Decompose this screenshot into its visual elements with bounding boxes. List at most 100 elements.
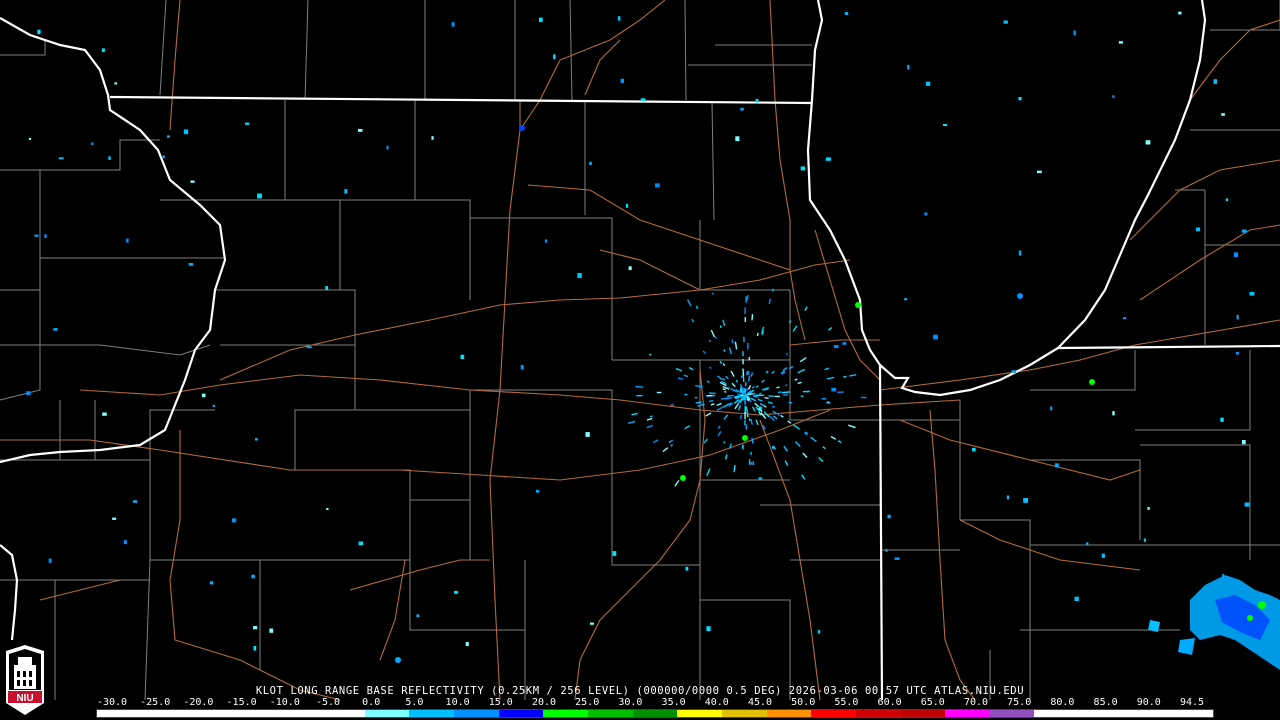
radar-return [725,375,729,380]
radar-return [756,332,759,337]
radar-return [28,137,31,140]
radar-return [1003,20,1008,24]
radar-return [1220,417,1224,422]
radar-return [26,391,31,396]
radar-return [101,48,105,52]
scale-label: 45.0 [747,697,773,708]
radar-return [612,551,617,556]
radar-return [358,541,363,546]
radar-return [1112,411,1115,416]
radar-return [943,124,948,126]
radar-return [212,404,215,407]
radar-return [745,388,748,392]
radar-return [209,581,214,585]
radar-return [887,514,891,519]
radar-return [585,432,590,437]
colorbar-segment [766,710,812,717]
radar-return [737,405,742,411]
radar-return [719,360,723,365]
radar-return [783,445,788,452]
radar-return [755,419,759,426]
radar-return [792,424,800,430]
radar-return [34,234,39,237]
colorbar-segment [1168,710,1214,717]
radar-return [750,418,753,425]
radar-return [108,156,111,160]
radar-return [358,129,363,132]
scale-label: 80.0 [1050,697,1075,708]
radar-return [114,82,117,85]
radar-return [253,626,258,630]
radar-return [784,384,788,387]
colorbar-segment [588,710,633,717]
radar-return [691,318,695,323]
radar-return [132,500,138,503]
radar-return [753,398,757,402]
radar-return [740,414,742,420]
radar-return [773,415,778,420]
radar-return [1123,317,1127,320]
colorbar-segment [945,710,990,717]
radar-return [750,372,754,377]
scale-label: 50.0 [791,697,816,708]
radar-return [800,166,805,171]
radar-return [539,17,543,22]
radar-return [794,378,798,381]
radar-return [771,288,774,292]
radar-return [53,328,58,331]
radar-return [764,397,769,399]
radar-return [326,508,329,510]
radar-return [758,477,763,480]
radar-cell [855,302,861,308]
radar-return [751,437,754,444]
radar-return [768,298,772,305]
radar-return [1018,250,1022,256]
radar-return [736,400,741,406]
radar-return [794,441,801,448]
radar-return [646,424,654,429]
colorbar-segment [811,710,856,717]
radar-return [740,107,744,111]
radar-return [416,614,420,618]
radar-return [245,122,250,125]
radar-return [167,135,170,138]
radar-return [685,566,689,571]
radar-return [655,183,660,188]
colorbar-segment [141,710,187,717]
radar-return [688,366,694,371]
radar-return [754,395,759,398]
radar-return [1241,229,1247,233]
radar-return [972,447,976,452]
colorbar-segment [275,710,321,717]
radar-return [746,410,749,416]
radar-return [251,574,255,579]
radar-return [709,366,712,370]
radar-return [747,375,751,382]
radar-return [706,626,711,632]
scale-label: -20.0 [183,697,214,708]
radar-return [1249,291,1255,296]
radar-return [843,375,847,378]
radar-return [925,81,931,86]
radar-return [842,342,847,345]
radar-return [826,376,835,380]
radar-return [201,393,206,398]
colorbar-segment [721,710,767,717]
radar-return [631,412,638,416]
radar-return [904,298,907,301]
radar-return [695,401,702,404]
radar-return [577,273,582,278]
radar-return [183,129,189,135]
radar-return [763,405,767,408]
radar-return [787,420,792,424]
radar-return [1178,11,1182,15]
colorbar-segment [632,710,678,717]
radar-return [617,16,621,21]
radar-return [751,406,756,412]
radar-return [722,377,726,381]
scale-label: 85.0 [1093,697,1118,708]
radar-return [780,414,784,418]
radar-return [1145,140,1151,145]
radar-return [705,412,712,417]
highways [0,0,1280,701]
